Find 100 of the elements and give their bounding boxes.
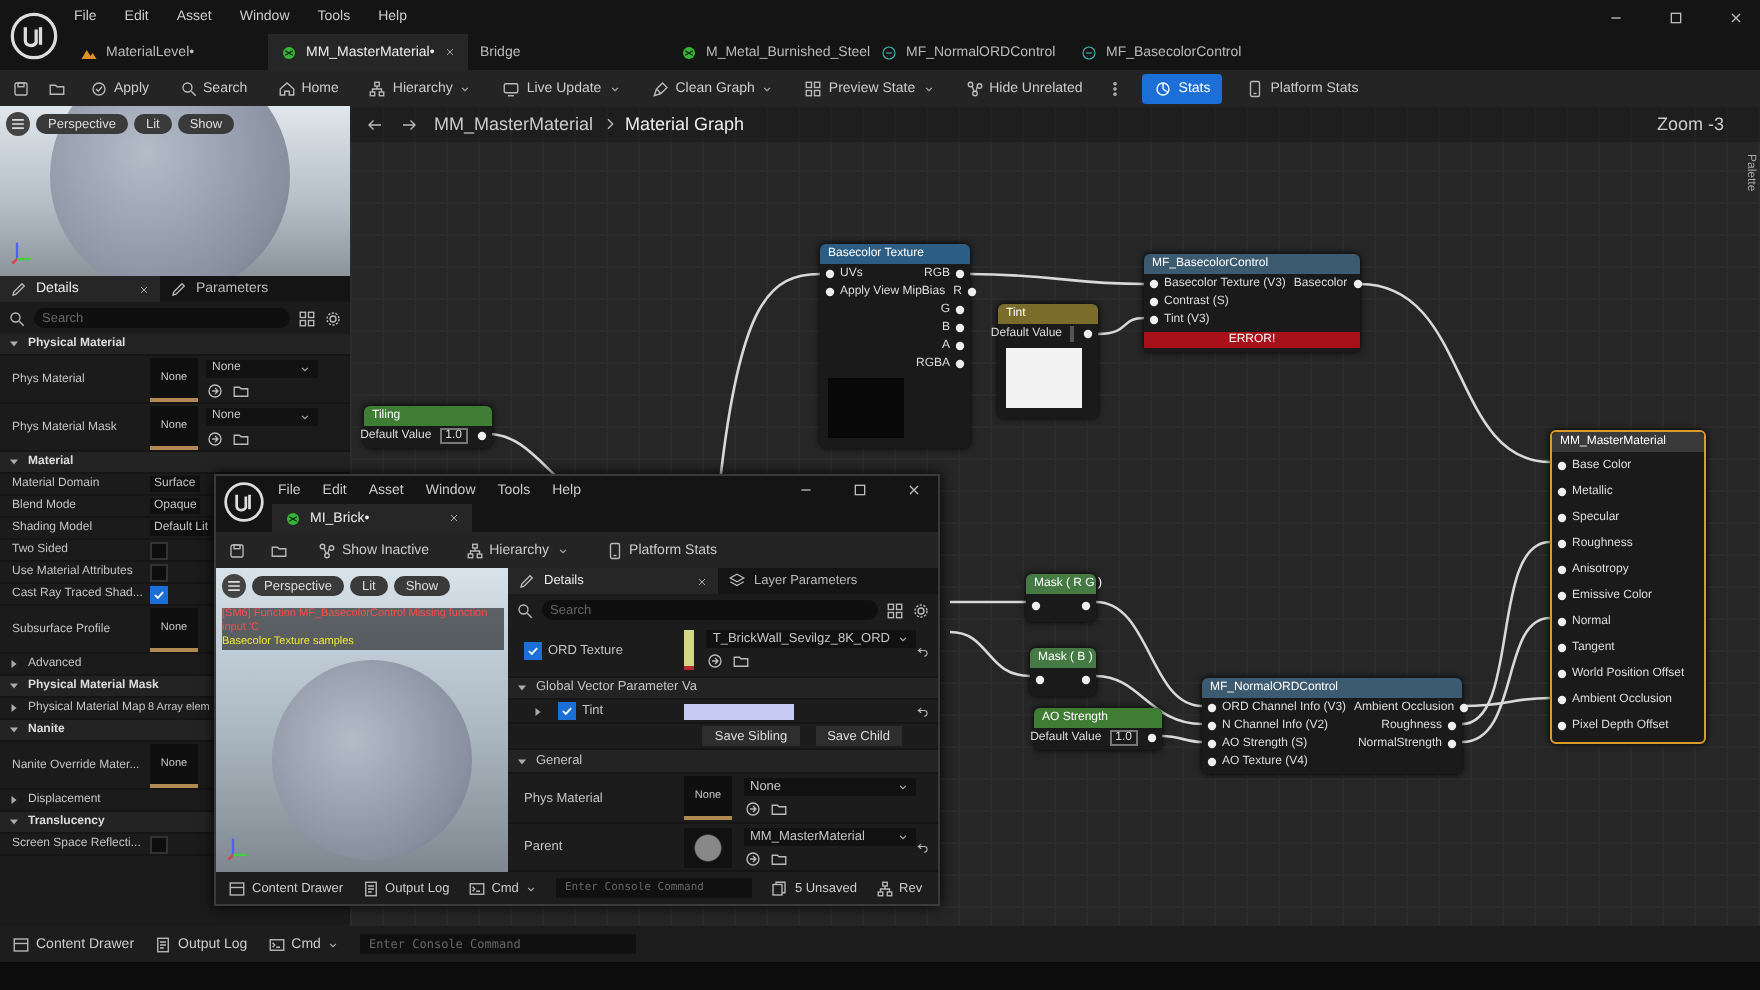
expander-icon[interactable] (8, 658, 20, 670)
folder-icon[interactable] (48, 79, 66, 97)
close-icon[interactable] (696, 575, 708, 587)
logo-icon[interactable] (222, 480, 266, 524)
menu-icon[interactable] (6, 112, 30, 136)
pin-icon[interactable] (1148, 277, 1160, 289)
checkbox[interactable] (150, 835, 168, 853)
pie-icon (1154, 79, 1173, 97)
expander-icon[interactable] (8, 816, 20, 828)
pin-icon[interactable] (1206, 755, 1218, 767)
pin-icon[interactable] (1556, 485, 1568, 497)
pin-icon[interactable] (1556, 615, 1568, 627)
expander-icon[interactable] (516, 755, 528, 768)
pin-icon[interactable] (1080, 674, 1092, 686)
reset-arrow-icon[interactable] (916, 840, 930, 855)
reset-arrow-icon[interactable] (916, 643, 930, 658)
pin-icon[interactable] (1556, 667, 1568, 679)
pin-icon[interactable] (954, 339, 966, 351)
use-asset-icon[interactable] (744, 849, 762, 868)
pin-icon[interactable] (1556, 719, 1568, 731)
pin-icon[interactable] (824, 285, 836, 297)
pin-icon[interactable] (1148, 295, 1160, 307)
checkbox[interactable] (524, 641, 542, 660)
pin-icon[interactable] (476, 429, 488, 441)
pin-icon[interactable] (1556, 511, 1568, 523)
expander-icon[interactable] (8, 794, 20, 806)
table-icon[interactable] (298, 309, 316, 327)
logo-icon[interactable] (8, 10, 60, 62)
texture-thumbnail[interactable] (684, 630, 695, 671)
pin-icon[interactable] (1206, 701, 1218, 713)
pin-icon[interactable] (824, 267, 836, 279)
color-swatch[interactable] (684, 703, 794, 720)
close-icon[interactable] (444, 46, 456, 58)
pin-icon[interactable] (1146, 731, 1158, 743)
save-icon[interactable] (12, 79, 30, 97)
pin-icon[interactable] (1206, 737, 1218, 749)
pin-icon[interactable] (954, 321, 966, 333)
pin-icon[interactable] (954, 267, 966, 279)
pin-icon[interactable] (1556, 693, 1568, 705)
expander-icon[interactable] (8, 724, 20, 736)
settings-icon[interactable] (324, 309, 342, 327)
pin-icon[interactable] (1556, 641, 1568, 653)
pin-icon[interactable] (1206, 719, 1218, 731)
pin-icon[interactable] (954, 303, 966, 315)
pin-icon[interactable] (965, 285, 978, 297)
table-icon[interactable] (886, 601, 904, 619)
breadcrumb-link[interactable]: MM_MasterMaterial (434, 114, 594, 134)
checkbox[interactable] (150, 585, 168, 603)
caret-icon (298, 361, 312, 375)
pin-icon[interactable] (954, 357, 966, 369)
expander-icon[interactable] (516, 681, 528, 694)
checkbox[interactable] (150, 563, 168, 581)
checkbox[interactable] (150, 541, 168, 559)
expander-icon[interactable] (8, 338, 20, 350)
pin-icon[interactable] (1080, 600, 1092, 612)
folder-icon[interactable] (232, 381, 250, 399)
folder-icon[interactable] (770, 849, 788, 868)
save-icon[interactable] (228, 541, 246, 559)
checkbox[interactable] (558, 702, 576, 721)
use-asset-icon[interactable] (744, 800, 762, 819)
pin-icon[interactable] (1556, 537, 1568, 549)
reset-arrow-icon[interactable] (916, 704, 930, 719)
pin-icon[interactable] (1082, 327, 1094, 339)
folder-icon[interactable] (770, 800, 788, 819)
pencil-icon (10, 280, 28, 298)
expander-icon[interactable] (8, 456, 20, 468)
forward-arrow-icon[interactable] (400, 115, 418, 133)
use-asset-icon[interactable] (206, 381, 224, 399)
check-circle-icon (90, 79, 108, 97)
expander-icon[interactable] (8, 680, 20, 692)
close-icon[interactable] (138, 283, 150, 295)
folder-icon[interactable] (232, 429, 250, 447)
back-arrow-icon[interactable] (366, 115, 384, 133)
pin-icon[interactable] (1446, 719, 1458, 731)
pin-icon[interactable] (1556, 459, 1568, 471)
close-icon[interactable] (906, 482, 922, 498)
maximize-icon[interactable] (1668, 9, 1684, 25)
pin-icon[interactable] (1034, 674, 1046, 686)
use-asset-icon[interactable] (706, 652, 725, 671)
pin-icon[interactable] (1351, 277, 1364, 289)
close-icon[interactable] (448, 512, 460, 524)
maximize-icon[interactable] (852, 482, 868, 498)
sphere-thumbnail[interactable] (684, 827, 732, 868)
log-icon (154, 935, 173, 953)
menu-icon[interactable] (222, 574, 246, 598)
pin-icon[interactable] (1556, 589, 1568, 601)
folder-icon[interactable] (732, 652, 751, 671)
expander-icon[interactable] (532, 705, 544, 718)
pin-icon[interactable] (1458, 701, 1471, 713)
pin-icon[interactable] (1030, 600, 1042, 612)
drawer-icon (12, 935, 30, 953)
pin-icon[interactable] (1446, 737, 1458, 749)
use-asset-icon[interactable] (206, 429, 224, 447)
settings-icon[interactable] (912, 601, 930, 619)
expander-icon[interactable] (8, 702, 20, 714)
caret-icon (458, 81, 473, 95)
close-icon[interactable] (1728, 9, 1744, 25)
folder-icon[interactable] (270, 541, 288, 559)
pin-icon[interactable] (1556, 563, 1568, 575)
pin-icon[interactable] (1148, 313, 1160, 325)
